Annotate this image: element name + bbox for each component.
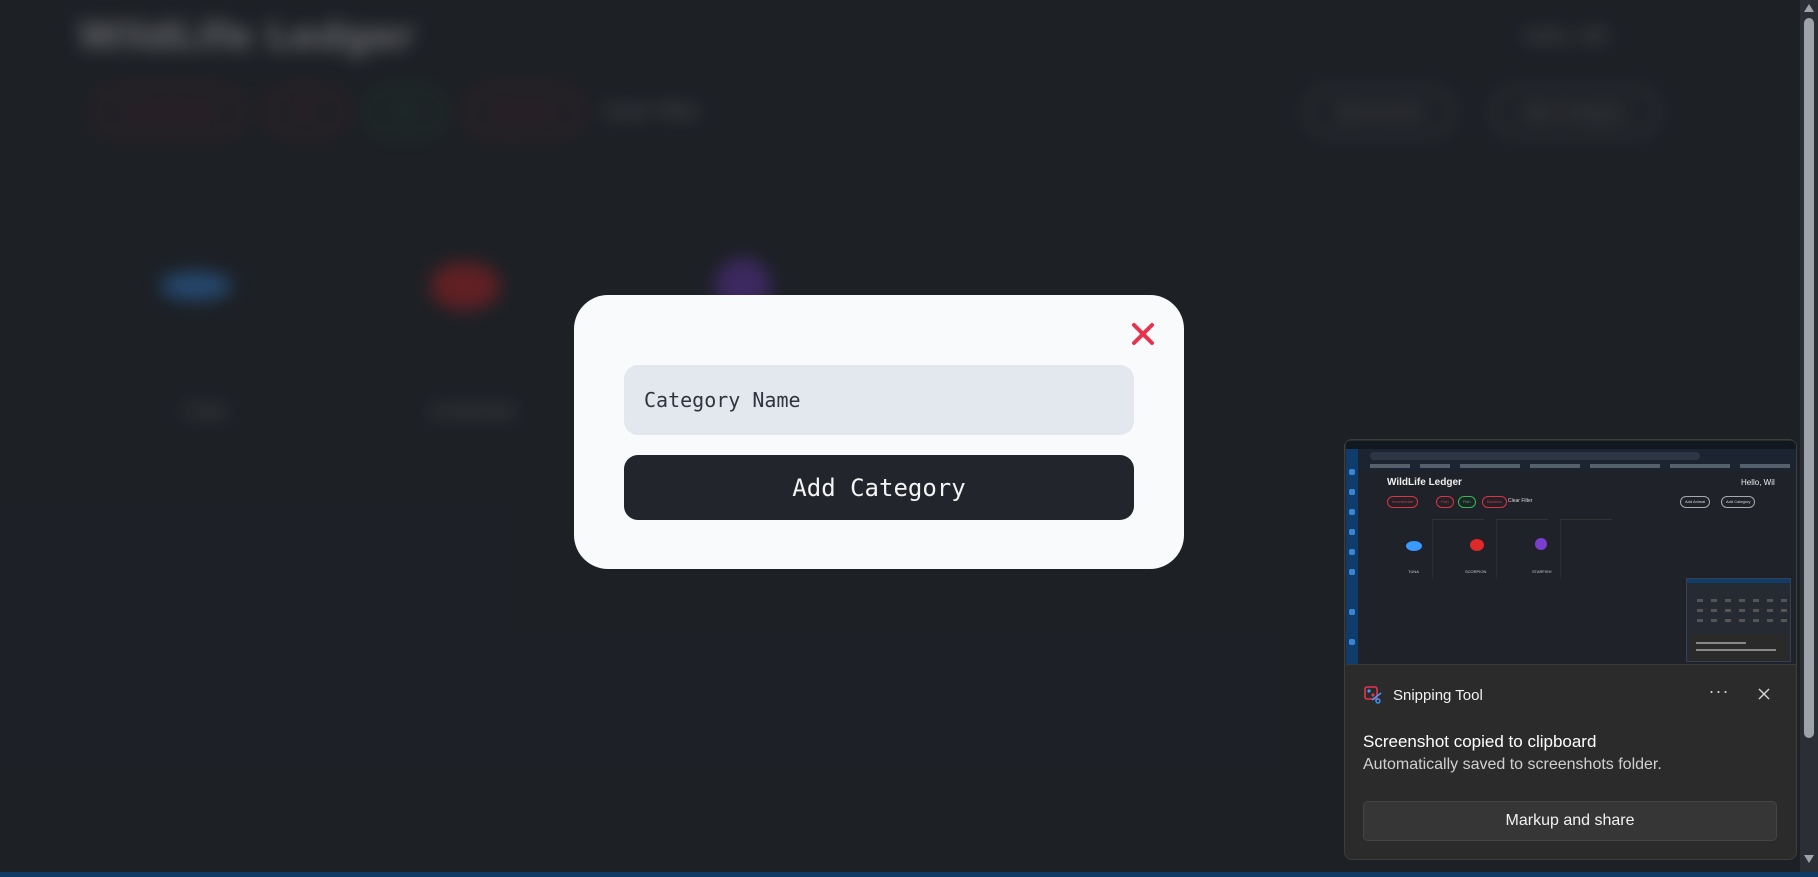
toast-message-body: Automatically saved to screenshots folde… xyxy=(1363,756,1662,773)
add-category-modal: Add Category xyxy=(574,295,1184,569)
thumb-sidebar-icon xyxy=(1349,609,1355,615)
thumb-filter-pill: Bacteria xyxy=(1482,496,1507,508)
thumb-tuna-image xyxy=(1406,541,1422,551)
thumb-nested-bar xyxy=(1687,579,1790,583)
scroll-down-arrow-icon[interactable] xyxy=(1804,855,1814,863)
thumb-card xyxy=(1560,519,1612,579)
thumb-browser-titlebar xyxy=(1346,441,1796,449)
screenshot-thumbnail[interactable]: WildLife Ledger Hello, Wil Invertebrate … xyxy=(1346,441,1796,665)
add-category-submit-button[interactable]: Add Category xyxy=(624,455,1134,520)
thumb-bookmark xyxy=(1590,464,1660,468)
thumb-bookmark xyxy=(1740,464,1790,468)
thumb-app-title: WildLife Ledger xyxy=(1387,477,1462,488)
thumb-filter-pill: Fish xyxy=(1436,496,1454,508)
snipping-tool-notification: WildLife Ledger Hello, Wil Invertebrate … xyxy=(1344,439,1797,860)
scroll-thumb[interactable] xyxy=(1804,18,1814,738)
thumb-nested-line xyxy=(1696,649,1776,651)
thumb-bookmark xyxy=(1530,464,1580,468)
thumb-animal-label: TUNA xyxy=(1408,569,1419,574)
thumb-bookmark xyxy=(1460,464,1520,468)
thumb-bookmark xyxy=(1670,464,1730,468)
thumb-animal-label: STARFISH xyxy=(1532,569,1552,574)
thumb-sidebar-icon xyxy=(1349,489,1355,495)
thumb-nested-row xyxy=(1697,619,1787,622)
thumb-animal-label: SCORPION xyxy=(1465,569,1487,574)
snipping-tool-icon xyxy=(1364,686,1382,704)
thumb-add-category: Add Category xyxy=(1721,496,1756,508)
thumb-nested-screenshot xyxy=(1686,578,1791,662)
thumb-sidebar-icon xyxy=(1349,549,1355,555)
toast-header: Snipping Tool xyxy=(1363,683,1483,707)
thumb-url-bar xyxy=(1370,452,1700,460)
thumb-bookmark xyxy=(1420,464,1450,468)
thumb-clear-filter: Clear Filter xyxy=(1508,498,1533,504)
thumb-sidebar-icon xyxy=(1349,569,1355,575)
close-icon[interactable] xyxy=(1126,317,1160,351)
taskbar-edge xyxy=(0,872,1818,877)
thumb-filter-pill: Fish xyxy=(1458,496,1476,508)
toast-close-icon[interactable] xyxy=(1756,686,1774,704)
toast-app-name: Snipping Tool xyxy=(1393,686,1483,704)
page-scrollbar[interactable] xyxy=(1800,0,1818,877)
thumb-bookmark xyxy=(1370,464,1410,468)
thumb-sidebar-icon xyxy=(1349,469,1355,475)
thumb-nested-toast xyxy=(1690,634,1788,660)
thumb-sidebar-icon xyxy=(1349,639,1355,645)
thumb-scorpion-image xyxy=(1470,539,1484,551)
thumb-nested-line xyxy=(1696,642,1746,644)
thumb-sidebar-icon xyxy=(1349,509,1355,515)
thumb-nested-row xyxy=(1697,599,1787,602)
thumb-greeting: Hello, Wil xyxy=(1741,478,1775,487)
thumb-sidebar xyxy=(1346,449,1358,664)
toast-message-title: Screenshot copied to clipboard xyxy=(1363,732,1597,751)
thumb-starfish-image xyxy=(1535,538,1547,550)
markup-and-share-button[interactable]: Markup and share xyxy=(1363,801,1777,841)
thumb-sidebar-icon xyxy=(1349,529,1355,535)
thumb-filter-pill: Invertebrate xyxy=(1387,496,1419,508)
thumb-nested-row xyxy=(1697,609,1787,612)
scroll-up-arrow-icon[interactable] xyxy=(1804,4,1814,12)
category-name-input[interactable] xyxy=(624,365,1134,435)
thumb-add-animal: Add Animal xyxy=(1680,496,1711,508)
more-options-icon[interactable]: ··· xyxy=(1707,682,1731,704)
